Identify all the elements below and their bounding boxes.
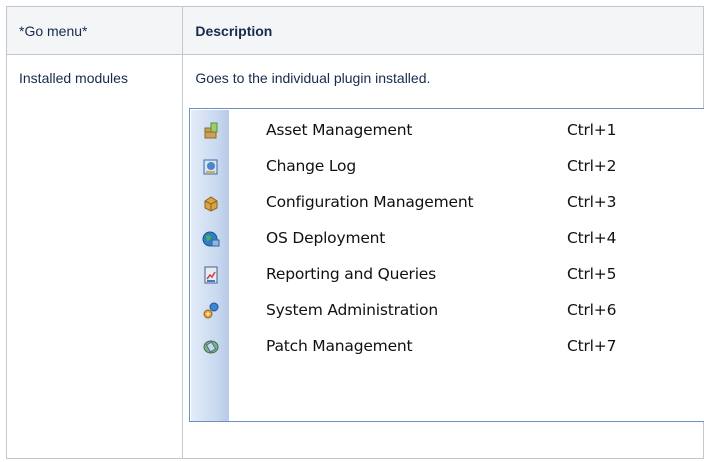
change-log-icon	[203, 159, 218, 175]
menu-item-patch-management[interactable]: Patch Management Ctrl+7	[190, 329, 704, 365]
reporting-queries-icon	[204, 266, 218, 284]
menu-item-shortcut: Ctrl+4	[567, 229, 617, 247]
menu-item-asset-management[interactable]: Asset Management Ctrl+1	[190, 113, 704, 149]
menu-item-shortcut: Ctrl+5	[567, 265, 617, 283]
asset-management-icon	[204, 122, 218, 139]
menu-item-shortcut: Ctrl+1	[567, 121, 617, 139]
patch-management-icon	[203, 340, 219, 354]
header-go-menu-text: *Go menu*	[19, 23, 88, 39]
cell-installed-modules: Installed modules	[5, 54, 184, 459]
menu-item-label: Patch Management	[266, 337, 413, 355]
menu-item-shortcut: Ctrl+3	[567, 193, 617, 211]
menu-item-os-deployment[interactable]: OS Deployment Ctrl+4	[190, 221, 704, 257]
menu-item-label: Reporting and Queries	[266, 265, 437, 283]
description-text: Goes to the individual plugin installed.	[195, 70, 431, 86]
menu-item-change-log[interactable]: Change Log Ctrl+2	[190, 149, 704, 185]
system-administration-icon	[203, 302, 219, 319]
menu-item-shortcut: Ctrl+6	[567, 301, 617, 319]
installed-modules-text: Installed modules	[19, 70, 128, 86]
menu-item-label: Asset Management	[266, 121, 413, 139]
header-description-text: Description	[195, 23, 273, 39]
table-header-row: *Go menu* Description	[5, 6, 704, 55]
menu-item-shortcut: Ctrl+2	[567, 157, 617, 175]
menu-item-label: Configuration Management	[266, 193, 474, 211]
header-cell-description: Description	[182, 6, 704, 55]
menu-item-label: Change Log	[266, 157, 356, 175]
configuration-management-icon	[204, 196, 218, 212]
os-deployment-icon	[202, 231, 220, 247]
header-cell-go-menu: *Go menu*	[5, 6, 184, 55]
menu-item-label: System Administration	[266, 301, 438, 319]
menu-item-system-administration[interactable]: System Administration Ctrl+6	[190, 293, 704, 329]
menu-item-reporting-queries[interactable]: Reporting and Queries Ctrl+5	[190, 257, 704, 293]
menu-item-label: OS Deployment	[266, 229, 386, 247]
menu-item-shortcut: Ctrl+7	[567, 337, 617, 355]
go-menu-screenshot: Asset Management Ctrl+1 Change Log Ctrl+…	[189, 108, 704, 422]
menu-item-configuration-management[interactable]: Configuration Management Ctrl+3	[190, 185, 704, 221]
